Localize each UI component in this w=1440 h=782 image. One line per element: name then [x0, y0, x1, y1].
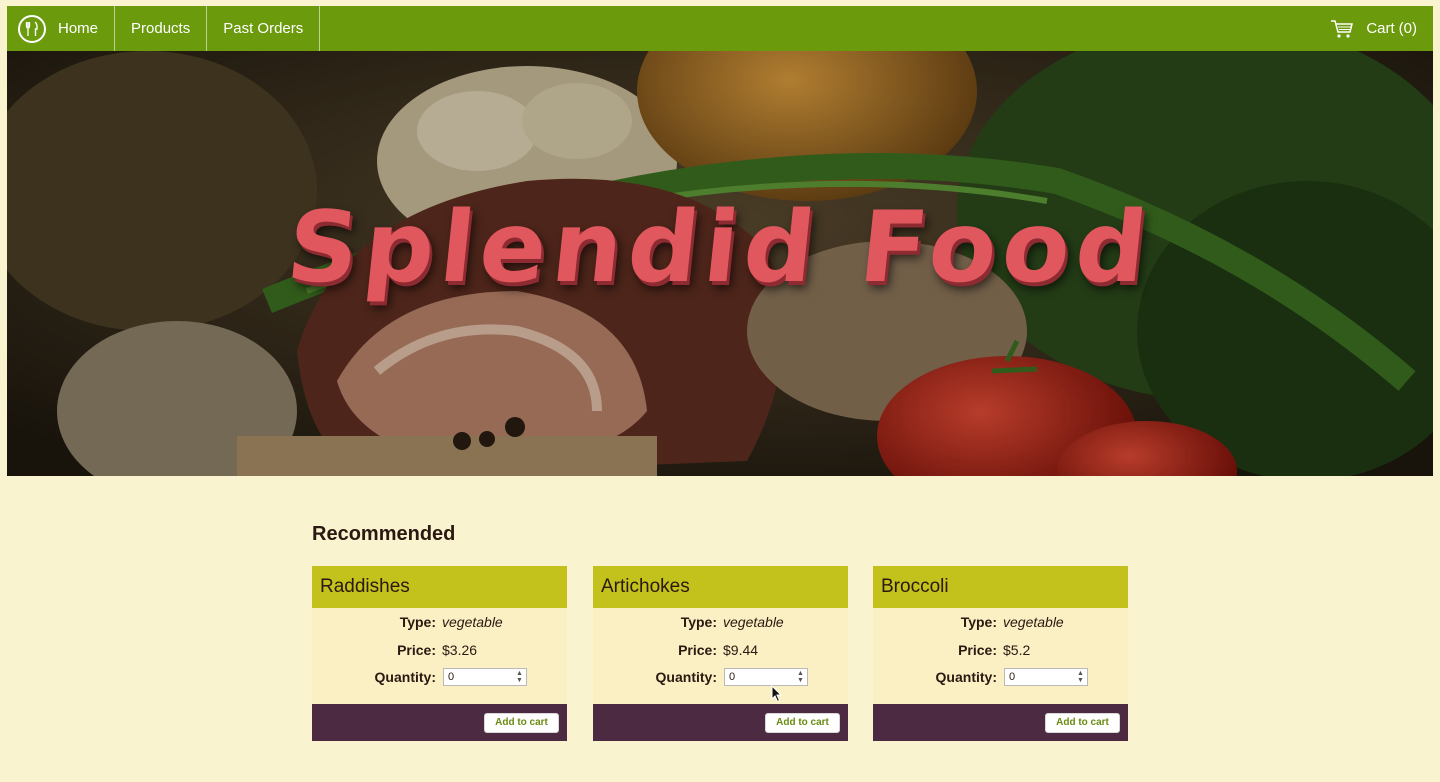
quantity-row: Quantity: 0 ▲ ▼ — [873, 667, 1128, 687]
card-footer: Add to cart — [312, 704, 567, 741]
price-label: Price: — [678, 642, 717, 658]
hero-banner: Splendid Food — [7, 51, 1433, 476]
cart-link[interactable]: Cart (0) — [1330, 6, 1433, 51]
shopping-cart-icon — [1330, 19, 1354, 39]
add-to-cart-button[interactable]: Add to cart — [765, 712, 840, 733]
type-value: vegetable — [723, 614, 784, 630]
top-nav: Home Products Past Orders Cart (0) — [7, 6, 1433, 51]
type-row: Type: vegetable — [312, 612, 567, 632]
product-card: Raddishes Type: vegetable Price: $3.26 Q… — [312, 566, 567, 741]
logo[interactable] — [7, 6, 57, 51]
quantity-stepper[interactable]: ▲ ▼ — [1077, 670, 1085, 684]
price-label: Price: — [397, 642, 436, 658]
fork-knife-icon — [18, 14, 46, 43]
nav-past-orders[interactable]: Past Orders — [207, 6, 321, 51]
price-row: Price: $3.26 — [312, 640, 567, 660]
quantity-value: 0 — [448, 671, 455, 683]
type-label: Type: — [960, 614, 997, 630]
card-footer: Add to cart — [593, 704, 848, 741]
price-row: Price: $9.44 — [593, 640, 848, 660]
product-name: Raddishes — [312, 566, 567, 608]
quantity-label: Quantity: — [374, 669, 436, 685]
quantity-value: 0 — [1009, 671, 1016, 683]
quantity-input[interactable]: 0 ▲ ▼ — [443, 668, 527, 686]
quantity-row: Quantity: 0 ▲ ▼ — [593, 667, 848, 687]
quantity-label: Quantity: — [655, 669, 717, 685]
mouse-pointer-icon — [771, 685, 783, 703]
quantity-input[interactable]: 0 ▲ ▼ — [1004, 668, 1088, 686]
price-label: Price: — [958, 642, 997, 658]
product-details: Type: vegetable Price: $9.44 Quantity: 0… — [593, 608, 848, 704]
type-value: vegetable — [442, 614, 503, 630]
hero-title: Splendid Food — [281, 191, 1159, 305]
price-value: $5.2 — [1003, 642, 1031, 658]
add-to-cart-button[interactable]: Add to cart — [1045, 712, 1120, 733]
quantity-row: Quantity: 0 ▲ ▼ — [312, 667, 567, 687]
quantity-value: 0 — [729, 671, 736, 683]
type-label: Type: — [399, 614, 436, 630]
product-name: Artichokes — [593, 566, 848, 608]
type-row: Type: vegetable — [593, 612, 848, 632]
product-details: Type: vegetable Price: $3.26 Quantity: 0… — [312, 608, 567, 704]
product-card: Artichokes Type: vegetable Price: $9.44 … — [593, 566, 848, 741]
type-row: Type: vegetable — [873, 612, 1128, 632]
product-details: Type: vegetable Price: $5.2 Quantity: 0 … — [873, 608, 1128, 704]
card-footer: Add to cart — [873, 704, 1128, 741]
nav-products[interactable]: Products — [115, 6, 208, 51]
cart-label: Cart — [1366, 20, 1395, 37]
product-card: Broccoli Type: vegetable Price: $5.2 Qua… — [873, 566, 1128, 741]
recommended-heading: Recommended — [312, 523, 456, 545]
price-row: Price: $5.2 — [873, 640, 1128, 660]
quantity-stepper[interactable]: ▲ ▼ — [516, 670, 524, 684]
product-name: Broccoli — [873, 566, 1128, 608]
add-to-cart-button[interactable]: Add to cart — [484, 712, 559, 733]
quantity-stepper[interactable]: ▲ ▼ — [797, 670, 805, 684]
cart-count: (0) — [1398, 20, 1417, 37]
price-value: $3.26 — [442, 642, 478, 658]
price-value: $9.44 — [723, 642, 759, 658]
type-label: Type: — [680, 614, 717, 630]
type-value: vegetable — [1003, 614, 1064, 630]
quantity-input[interactable]: 0 ▲ ▼ — [724, 668, 808, 686]
quantity-label: Quantity: — [935, 669, 997, 685]
nav-home[interactable]: Home — [57, 6, 116, 51]
